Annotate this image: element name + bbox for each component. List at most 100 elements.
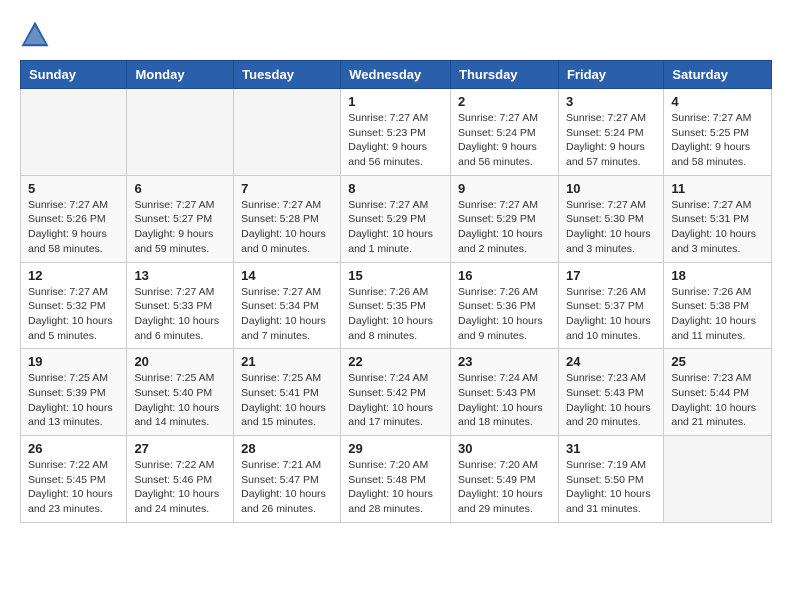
day-info: Sunrise: 7:20 AM Sunset: 5:48 PM Dayligh… <box>348 458 443 517</box>
day-number: 20 <box>134 354 226 369</box>
day-number: 30 <box>458 441 551 456</box>
day-info: Sunrise: 7:27 AM Sunset: 5:24 PM Dayligh… <box>458 111 551 170</box>
day-info: Sunrise: 7:26 AM Sunset: 5:35 PM Dayligh… <box>348 285 443 344</box>
calendar-cell: 25 Sunrise: 7:23 AM Sunset: 5:44 PM Dayli… <box>664 349 772 436</box>
weekday-header: Sunday <box>21 61 127 89</box>
day-info: Sunrise: 7:27 AM Sunset: 5:31 PM Dayligh… <box>671 198 764 257</box>
day-number: 2 <box>458 94 551 109</box>
weekday-header: Thursday <box>451 61 559 89</box>
day-number: 18 <box>671 268 764 283</box>
day-info: Sunrise: 7:25 AM Sunset: 5:41 PM Dayligh… <box>241 371 333 430</box>
day-info: Sunrise: 7:27 AM Sunset: 5:29 PM Dayligh… <box>348 198 443 257</box>
day-info: Sunrise: 7:25 AM Sunset: 5:40 PM Dayligh… <box>134 371 226 430</box>
day-info: Sunrise: 7:22 AM Sunset: 5:46 PM Dayligh… <box>134 458 226 517</box>
day-info: Sunrise: 7:25 AM Sunset: 5:39 PM Dayligh… <box>28 371 119 430</box>
calendar-week-row: 19Sunrise: 7:25 AM Sunset: 5:39 PM Dayli… <box>21 349 772 436</box>
day-number: 27 <box>134 441 226 456</box>
calendar-week-row: 5 Sunrise: 7:27 AM Sunset: 5:26 PM Daylig… <box>21 175 772 262</box>
day-info: Sunrise: 7:19 AM Sunset: 5:50 PM Dayligh… <box>566 458 656 517</box>
day-info: Sunrise: 7:23 AM Sunset: 5:43 PM Dayligh… <box>566 371 656 430</box>
calendar-cell: 23 Sunrise: 7:24 AM Sunset: 5:43 PM Dayli… <box>451 349 559 436</box>
weekday-header: Monday <box>127 61 234 89</box>
day-info: Sunrise: 7:27 AM Sunset: 5:25 PM Dayligh… <box>671 111 764 170</box>
day-number: 13 <box>134 268 226 283</box>
calendar-cell: 12 Sunrise: 7:27 AM Sunset: 5:32 PM Dayli… <box>21 262 127 349</box>
day-number: 21 <box>241 354 333 369</box>
day-info: Sunrise: 7:24 AM Sunset: 5:43 PM Dayligh… <box>458 371 551 430</box>
day-info: Sunrise: 7:26 AM Sunset: 5:36 PM Dayligh… <box>458 285 551 344</box>
calendar-cell <box>127 89 234 176</box>
calendar-cell: 14 Sunrise: 7:27 AM Sunset: 5:34 PM Dayli… <box>234 262 341 349</box>
day-number: 14 <box>241 268 333 283</box>
day-info: Sunrise: 7:26 AM Sunset: 5:37 PM Dayligh… <box>566 285 656 344</box>
day-info: Sunrise: 7:27 AM Sunset: 5:29 PM Dayligh… <box>458 198 551 257</box>
calendar-cell: 28Sunrise: 7:21 AM Sunset: 5:47 PM Dayli… <box>234 436 341 523</box>
calendar-cell: 15 Sunrise: 7:26 AM Sunset: 5:35 PM Dayli… <box>341 262 451 349</box>
day-number: 25 <box>671 354 764 369</box>
day-number: 9 <box>458 181 551 196</box>
calendar-cell: 7 Sunrise: 7:27 AM Sunset: 5:28 PM Daylig… <box>234 175 341 262</box>
calendar-cell: 24 Sunrise: 7:23 AM Sunset: 5:43 PM Dayli… <box>558 349 663 436</box>
day-number: 7 <box>241 181 333 196</box>
logo <box>20 20 54 50</box>
day-number: 8 <box>348 181 443 196</box>
day-info: Sunrise: 7:22 AM Sunset: 5:45 PM Dayligh… <box>28 458 119 517</box>
day-number: 16 <box>458 268 551 283</box>
calendar-cell <box>234 89 341 176</box>
calendar-cell: 16 Sunrise: 7:26 AM Sunset: 5:36 PM Dayli… <box>451 262 559 349</box>
day-info: Sunrise: 7:27 AM Sunset: 5:30 PM Dayligh… <box>566 198 656 257</box>
calendar-cell: 19Sunrise: 7:25 AM Sunset: 5:39 PM Dayli… <box>21 349 127 436</box>
day-number: 5 <box>28 181 119 196</box>
calendar-cell: 9 Sunrise: 7:27 AM Sunset: 5:29 PM Daylig… <box>451 175 559 262</box>
calendar-cell: 21 Sunrise: 7:25 AM Sunset: 5:41 PM Dayli… <box>234 349 341 436</box>
day-number: 17 <box>566 268 656 283</box>
calendar-header-row: SundayMondayTuesdayWednesdayThursdayFrid… <box>21 61 772 89</box>
day-number: 15 <box>348 268 443 283</box>
weekday-header: Wednesday <box>341 61 451 89</box>
day-number: 23 <box>458 354 551 369</box>
weekday-header: Friday <box>558 61 663 89</box>
day-info: Sunrise: 7:26 AM Sunset: 5:38 PM Dayligh… <box>671 285 764 344</box>
calendar-cell: 22Sunrise: 7:24 AM Sunset: 5:42 PM Dayli… <box>341 349 451 436</box>
calendar-cell: 5 Sunrise: 7:27 AM Sunset: 5:26 PM Daylig… <box>21 175 127 262</box>
day-number: 12 <box>28 268 119 283</box>
calendar-cell: 29Sunrise: 7:20 AM Sunset: 5:48 PM Dayli… <box>341 436 451 523</box>
day-number: 3 <box>566 94 656 109</box>
calendar-cell: 27 Sunrise: 7:22 AM Sunset: 5:46 PM Dayli… <box>127 436 234 523</box>
day-info: Sunrise: 7:21 AM Sunset: 5:47 PM Dayligh… <box>241 458 333 517</box>
day-info: Sunrise: 7:27 AM Sunset: 5:34 PM Dayligh… <box>241 285 333 344</box>
calendar-week-row: 1Sunrise: 7:27 AM Sunset: 5:23 PM Daylig… <box>21 89 772 176</box>
logo-icon <box>20 20 50 50</box>
weekday-header: Tuesday <box>234 61 341 89</box>
calendar-cell: 1Sunrise: 7:27 AM Sunset: 5:23 PM Daylig… <box>341 89 451 176</box>
day-info: Sunrise: 7:27 AM Sunset: 5:26 PM Dayligh… <box>28 198 119 257</box>
calendar-cell <box>21 89 127 176</box>
day-info: Sunrise: 7:27 AM Sunset: 5:24 PM Dayligh… <box>566 111 656 170</box>
day-info: Sunrise: 7:20 AM Sunset: 5:49 PM Dayligh… <box>458 458 551 517</box>
calendar-cell: 17 Sunrise: 7:26 AM Sunset: 5:37 PM Dayli… <box>558 262 663 349</box>
weekday-header: Saturday <box>664 61 772 89</box>
day-number: 11 <box>671 181 764 196</box>
day-number: 24 <box>566 354 656 369</box>
calendar-cell <box>664 436 772 523</box>
day-number: 10 <box>566 181 656 196</box>
calendar-cell: 20 Sunrise: 7:25 AM Sunset: 5:40 PM Dayli… <box>127 349 234 436</box>
day-info: Sunrise: 7:27 AM Sunset: 5:27 PM Dayligh… <box>134 198 226 257</box>
day-number: 22 <box>348 354 443 369</box>
calendar-table: SundayMondayTuesdayWednesdayThursdayFrid… <box>20 60 772 523</box>
calendar-cell: 3 Sunrise: 7:27 AM Sunset: 5:24 PM Daylig… <box>558 89 663 176</box>
day-info: Sunrise: 7:23 AM Sunset: 5:44 PM Dayligh… <box>671 371 764 430</box>
day-number: 1 <box>348 94 443 109</box>
day-number: 4 <box>671 94 764 109</box>
calendar-cell: 8 Sunrise: 7:27 AM Sunset: 5:29 PM Daylig… <box>341 175 451 262</box>
day-info: Sunrise: 7:27 AM Sunset: 5:32 PM Dayligh… <box>28 285 119 344</box>
day-info: Sunrise: 7:27 AM Sunset: 5:28 PM Dayligh… <box>241 198 333 257</box>
calendar-cell: 26 Sunrise: 7:22 AM Sunset: 5:45 PM Dayli… <box>21 436 127 523</box>
calendar-cell: 18 Sunrise: 7:26 AM Sunset: 5:38 PM Dayli… <box>664 262 772 349</box>
calendar-cell: 11 Sunrise: 7:27 AM Sunset: 5:31 PM Dayli… <box>664 175 772 262</box>
day-number: 26 <box>28 441 119 456</box>
day-number: 6 <box>134 181 226 196</box>
calendar-cell: 6 Sunrise: 7:27 AM Sunset: 5:27 PM Daylig… <box>127 175 234 262</box>
calendar-cell: 2 Sunrise: 7:27 AM Sunset: 5:24 PM Daylig… <box>451 89 559 176</box>
calendar-cell: 13Sunrise: 7:27 AM Sunset: 5:33 PM Dayli… <box>127 262 234 349</box>
